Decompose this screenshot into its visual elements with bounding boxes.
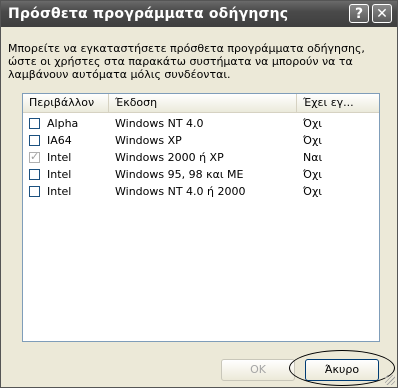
intro-text: Μπορείτε να εγκαταστήσετε πρόσθετα προγρ… bbox=[8, 42, 365, 81]
version-cell: Windows 2000 ή XP bbox=[115, 151, 224, 164]
column-header-installed[interactable]: Έχει εγ... bbox=[297, 94, 379, 112]
list-header: Περιβάλλον Έκδοση Έχει εγ... bbox=[23, 94, 379, 113]
env-cell: Intel bbox=[47, 151, 72, 164]
help-button[interactable]: ? bbox=[349, 4, 369, 23]
table-row[interactable]: Intel Windows 95, 98 και ME Όχι bbox=[23, 167, 379, 183]
table-row[interactable]: Intel Windows NT 4.0 ή 2000 Όχι bbox=[23, 184, 379, 200]
dialog-title: Πρόσθετα προγράμματα οδήγησης bbox=[8, 6, 289, 22]
version-cell: Windows NT 4.0 ή 2000 bbox=[115, 185, 246, 198]
version-cell: Windows XP bbox=[115, 134, 182, 147]
version-cell: Windows 95, 98 και ME bbox=[115, 168, 244, 181]
row-checkbox[interactable] bbox=[29, 118, 40, 129]
resize-grip-icon[interactable] bbox=[385, 375, 395, 385]
title-bar[interactable]: Πρόσθετα προγράμματα οδήγησης ? ✕ bbox=[1, 1, 397, 27]
env-cell: IA64 bbox=[47, 134, 72, 147]
add-drivers-dialog: Πρόσθετα προγράμματα οδήγησης ? ✕ Μπορεί… bbox=[0, 0, 398, 388]
table-row[interactable]: Intel Windows 2000 ή XP Ναι bbox=[23, 150, 379, 166]
installed-cell: Ναι bbox=[303, 151, 323, 164]
installed-cell: Όχι bbox=[303, 185, 323, 198]
version-cell: Windows NT 4.0 bbox=[115, 117, 204, 130]
highlight-circle bbox=[289, 350, 395, 386]
env-cell: Intel bbox=[47, 168, 72, 181]
env-cell: Intel bbox=[47, 185, 72, 198]
installed-cell: Όχι bbox=[303, 134, 323, 147]
drivers-list[interactable]: Περιβάλλον Έκδοση Έχει εγ... Alpha Windo… bbox=[22, 93, 380, 342]
table-row[interactable]: IA64 Windows XP Όχι bbox=[23, 133, 379, 149]
row-checkbox[interactable] bbox=[29, 169, 40, 180]
installed-cell: Όχι bbox=[303, 117, 323, 130]
row-checkbox[interactable] bbox=[29, 186, 40, 197]
close-button[interactable]: ✕ bbox=[372, 4, 392, 23]
row-checkbox[interactable] bbox=[29, 135, 40, 146]
column-header-version[interactable]: Έκδοση bbox=[109, 94, 297, 112]
ok-button[interactable]: OK bbox=[221, 359, 295, 381]
env-cell: Alpha bbox=[47, 117, 79, 130]
row-checkbox[interactable] bbox=[29, 150, 40, 163]
column-header-environment[interactable]: Περιβάλλον bbox=[23, 94, 109, 112]
installed-cell: Όχι bbox=[303, 168, 323, 181]
table-row[interactable]: Alpha Windows NT 4.0 Όχι bbox=[23, 116, 379, 132]
